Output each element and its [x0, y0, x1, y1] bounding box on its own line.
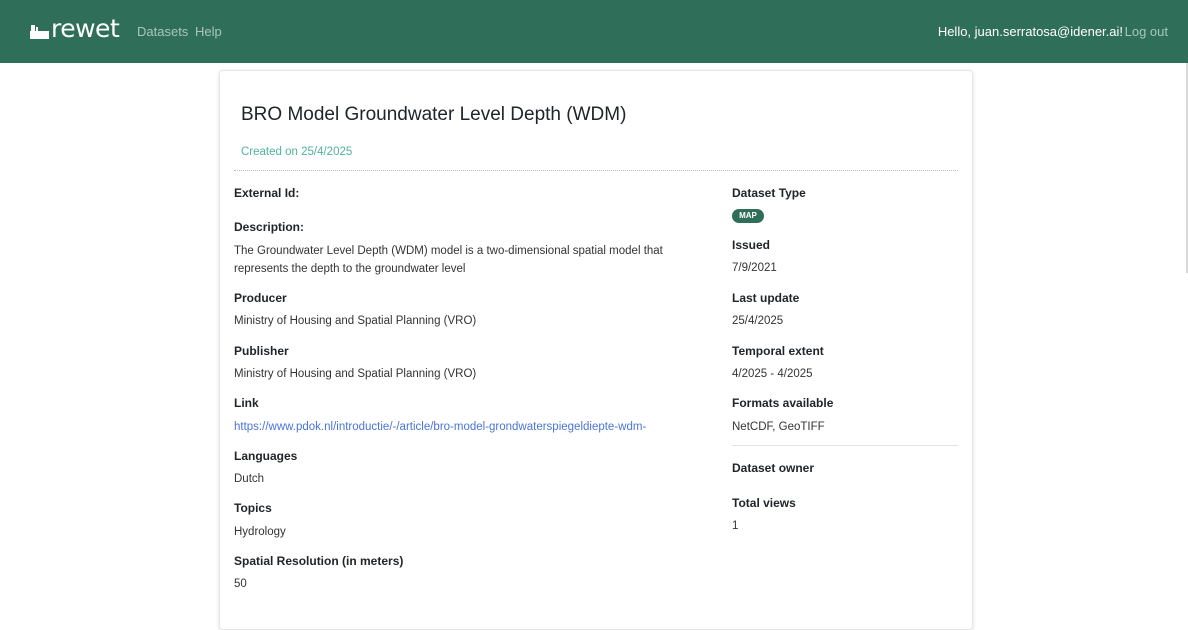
spatial-resolution-value: 50: [234, 578, 247, 590]
topics-value: Hydrology: [234, 526, 286, 538]
publisher-value: Ministry of Housing and Spatial Planning…: [234, 368, 477, 380]
formats-value: NetCDF, GeoTIFF: [732, 421, 825, 433]
dataset-title: BRO Model Groundwater Level Depth (WDM): [241, 104, 627, 125]
publisher-label: Publisher: [234, 344, 289, 358]
topics-label: Topics: [234, 501, 272, 515]
issued-value: 7/9/2021: [732, 262, 777, 274]
last-update-label: Last update: [732, 291, 800, 305]
dataset-type-label: Dataset Type: [732, 186, 806, 200]
user-greeting: Hello, juan.serratosa@idener.ai!: [937, 24, 1123, 39]
link-label: Link: [234, 396, 259, 410]
formats-label: Formats available: [732, 396, 834, 410]
top-navbar: rewet Datasets Help Hello, juan.serratos…: [0, 0, 1188, 63]
total-views-label: Total views: [732, 496, 796, 510]
external-id-label: External Id:: [234, 186, 300, 200]
temporal-extent-value: 4/2025 - 4/2025: [732, 368, 813, 380]
nav-datasets-link[interactable]: Datasets: [137, 24, 188, 39]
total-views-value: 1: [732, 520, 739, 532]
languages-label: Languages: [234, 449, 298, 463]
factory-icon: [30, 21, 50, 41]
dataset-type-badge: MAP: [732, 209, 764, 223]
languages-value: Dutch: [234, 473, 265, 485]
logout-link[interactable]: Log out: [1125, 24, 1168, 39]
dataset-link[interactable]: https://www.pdok.nl/introductie/-/articl…: [234, 421, 646, 433]
brand-name: rewet: [51, 14, 120, 43]
producer-value: Ministry of Housing and Spatial Planning…: [234, 315, 477, 327]
created-date: Created on 25/4/2025: [241, 146, 353, 158]
spatial-resolution-label: Spatial Resolution (in meters): [234, 554, 404, 568]
dataset-owner-label: Dataset owner: [732, 461, 815, 475]
nav-help-link[interactable]: Help: [195, 24, 222, 39]
header-divider: [234, 170, 958, 171]
temporal-extent-label: Temporal extent: [732, 344, 824, 358]
producer-label: Producer: [234, 291, 287, 305]
last-update-value: 25/4/2025: [732, 315, 784, 327]
issued-label: Issued: [732, 238, 771, 252]
owner-divider: [732, 445, 958, 446]
description-value: The Groundwater Level Depth (WDM) model …: [234, 245, 663, 275]
brand-logo[interactable]: rewet: [30, 14, 120, 43]
description-label: Description:: [234, 220, 305, 234]
